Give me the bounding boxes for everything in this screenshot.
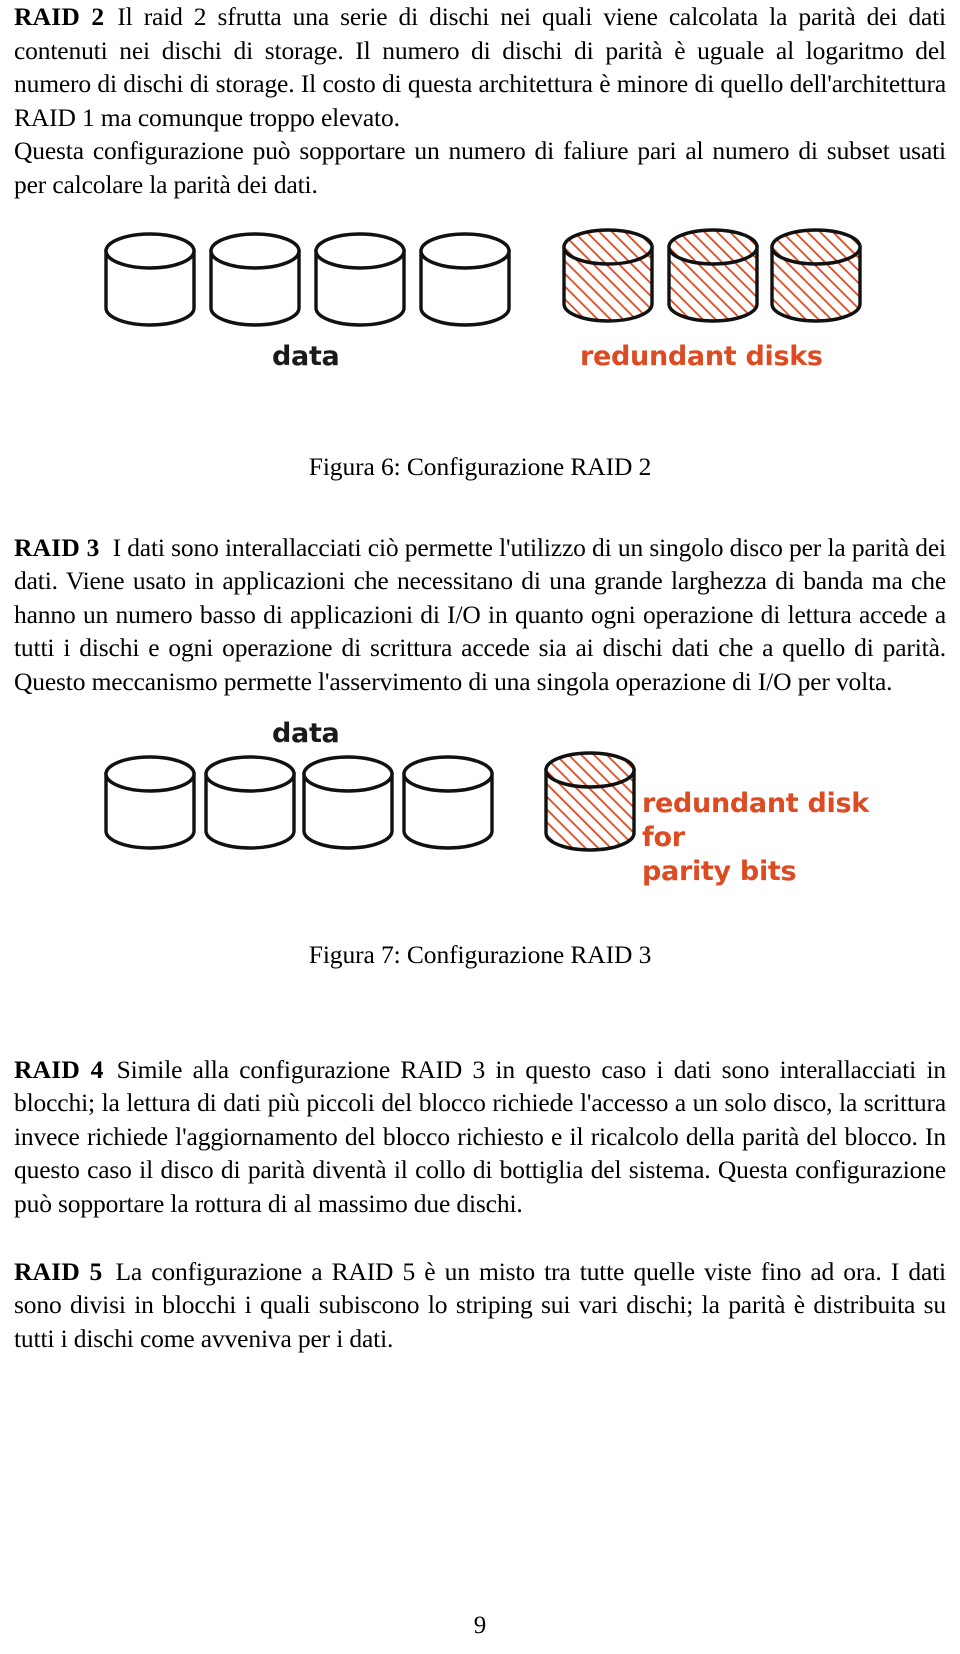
figure-7-redundant-label-line2: parity bits [642,855,797,887]
paragraph-raid2-second: Questa configurazione può sopportare un … [14,136,946,199]
figure-6-caption: Figura 6: Configurazione RAID 2 [308,451,652,481]
figure-6-redundant-label: redundant disks [580,340,823,372]
paragraph-raid3-text: I dati sono interallacciati ciò permette… [14,532,946,696]
paragraph-raid2-text: Il raid 2 sfrutta una serie di dischi ne… [14,2,946,132]
data-disk-icon [200,754,300,857]
page-number: 9 [473,1612,487,1639]
redundant-disk-icon [540,750,640,863]
figure-7: data redundant disk for parity bits Figu… [14,717,946,971]
figure-7-redundant-label-line1: redundant disk for [642,787,869,853]
section-heading-raid2: RAID 2 [14,2,105,31]
data-disk-icon [100,231,200,334]
section-heading-raid4: RAID 4 [14,1054,104,1084]
redundant-disk-icon [766,227,866,330]
section-heading-raid5: RAID 5 [14,1256,103,1286]
paragraph-raid3: RAID 3I dati sono interallacciati ciò pe… [14,531,946,699]
data-disk-icon [298,754,398,857]
figure-6-diagram: data redundant disks [40,222,920,402]
redundant-disk-icon [663,227,763,330]
figure-7-caption: Figura 7: Configurazione RAID 3 [308,939,652,969]
paragraph-raid5-text: La configurazione a RAID 5 è un misto tr… [14,1256,946,1353]
paragraph-raid4: RAID 4 Simile alla configurazione RAID 3 … [14,1053,946,1221]
paragraph-raid2-intro: RAID 2 Il raid 2 sfrutta una serie di dis… [14,0,946,134]
figure-7-diagram: data redundant disk for parity bits [40,717,920,904]
figure-6: data redundant disks Figura 6: Configura… [14,222,946,483]
section-heading-raid3: RAID 3 [14,532,100,562]
data-disk-icon [310,231,410,334]
data-disk-icon [205,231,305,334]
paragraph-raid5: RAID 5 La configurazione a RAID 5 è un mi… [14,1255,946,1356]
redundant-disk-icon [558,227,658,330]
data-disk-icon [398,754,498,857]
paragraph-raid4-text: Simile alla configurazione RAID 3 in que… [14,1054,946,1218]
figure-7-redundant-label: redundant disk for parity bits [642,787,920,889]
document-page: RAID 2 Il raid 2 sfrutta una serie di dis… [0,0,960,1654]
data-disk-icon [100,754,200,857]
figure-6-data-label: data [272,340,340,372]
data-disk-icon [415,231,515,334]
figure-7-data-label: data [272,717,340,749]
